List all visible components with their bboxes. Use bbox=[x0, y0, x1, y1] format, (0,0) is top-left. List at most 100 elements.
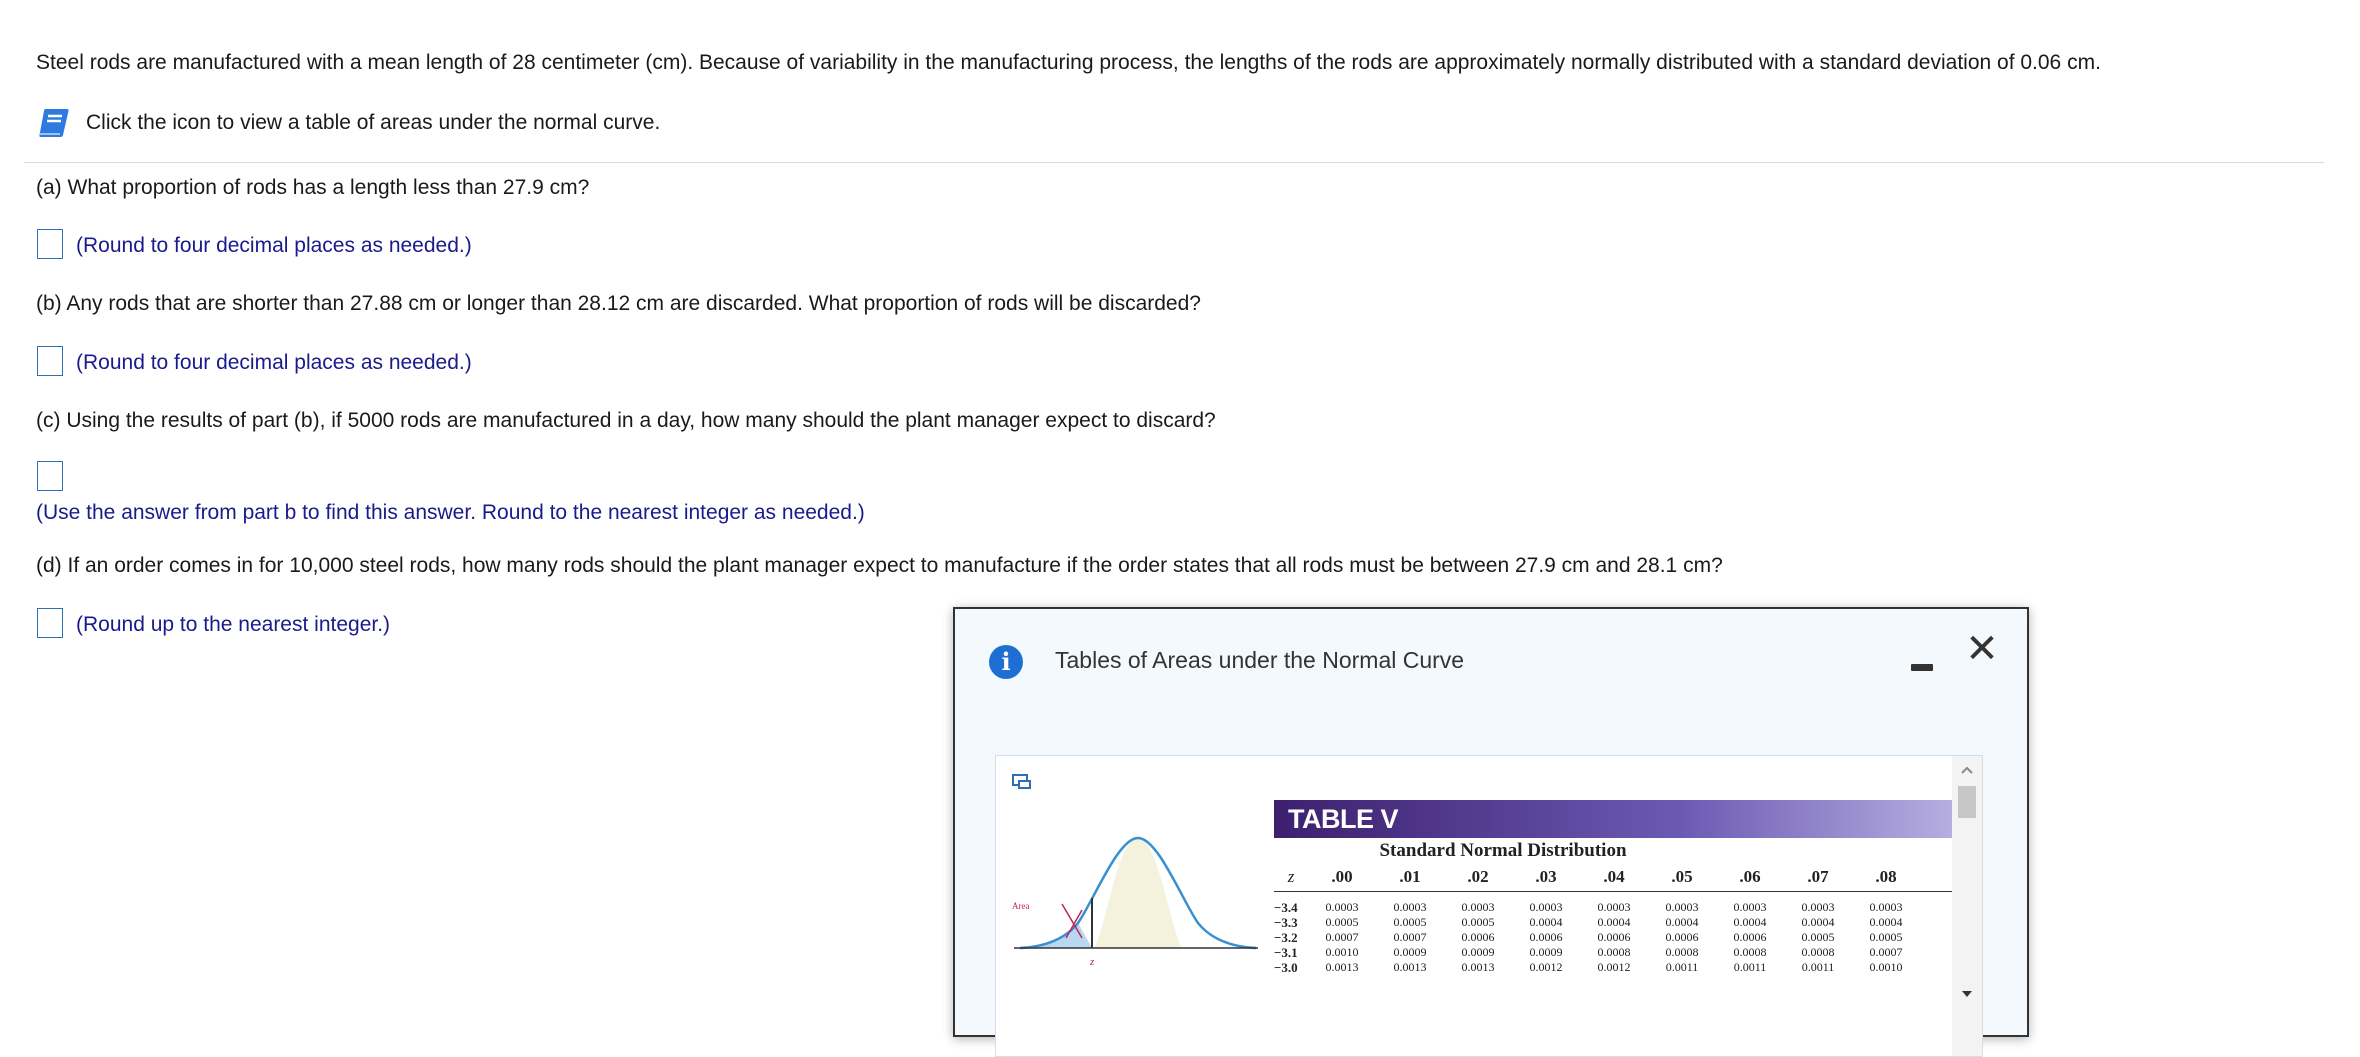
z-table-column-header: .01 bbox=[1399, 867, 1421, 886]
z-table-cell: 0.0011 bbox=[1801, 960, 1835, 974]
z-table-row: −3.1 0.0010 0.0009 0.0009 0.0009 0.0008 0.0008… bbox=[1274, 945, 1920, 960]
z-table-cell: 0.0006 bbox=[1529, 930, 1563, 944]
z-table-cell: 0.0007 bbox=[1325, 930, 1359, 944]
question-a: (a) What proportion of rods has a length… bbox=[36, 176, 590, 199]
scroll-thumb[interactable] bbox=[1958, 786, 1976, 818]
z-table-cell: 0.0012 bbox=[1597, 960, 1631, 974]
z-table-row: −3.2 0.0007 0.0007 0.0006 0.0006 0.0006 0.0006… bbox=[1274, 930, 1920, 945]
z-table-cell: 0.0006 bbox=[1733, 930, 1767, 944]
z-table-cell: 0.0008 bbox=[1597, 945, 1631, 959]
z-table-column-header: .00 bbox=[1331, 867, 1353, 886]
z-table-cell: 0.0005 bbox=[1461, 915, 1495, 929]
z-table: z .00 .01 .02 .03 .04 .05 .06 .07 .08 −3.4 0.0003… bbox=[1274, 864, 1920, 975]
answer-input-d[interactable] bbox=[37, 608, 63, 638]
z-column-header: z bbox=[1287, 867, 1295, 886]
z-table-cell: 0.0005 bbox=[1393, 915, 1427, 929]
z-table-row: −3.3 0.0005 0.0005 0.0005 0.0004 0.0004 0.0004… bbox=[1274, 915, 1920, 930]
z-table-row: −3.0 0.0013 0.0013 0.0013 0.0012 0.0012 0.0011… bbox=[1274, 960, 1920, 975]
z-table-cell: 0.0003 bbox=[1597, 900, 1631, 914]
z-table-cell: 0.0004 bbox=[1665, 915, 1699, 929]
hint-d: (Round up to the nearest integer.) bbox=[76, 613, 391, 636]
z-table-cell: 0.0007 bbox=[1869, 945, 1903, 959]
expand-icon[interactable] bbox=[1012, 774, 1032, 790]
z-table-cell: 0.0003 bbox=[1325, 900, 1359, 914]
question-c: (c) Using the results of part (b), if 50… bbox=[36, 409, 1216, 432]
z-table-cell: 0.0008 bbox=[1801, 945, 1835, 959]
z-table-cell: 0.0009 bbox=[1393, 945, 1427, 959]
z-table-column-header: .07 bbox=[1807, 867, 1829, 886]
scroll-down-icon[interactable] bbox=[1961, 990, 1973, 998]
z-table-cell: 0.0006 bbox=[1597, 930, 1631, 944]
z-table-row-label: −3.0 bbox=[1274, 960, 1298, 975]
z-table-cell: 0.0013 bbox=[1325, 960, 1359, 974]
info-icon: i bbox=[989, 645, 1023, 679]
z-table-cell: 0.0003 bbox=[1529, 900, 1563, 914]
z-table-column-header: .06 bbox=[1739, 867, 1761, 886]
z-table-cell: 0.0005 bbox=[1869, 930, 1903, 944]
z-table-cell: 0.0012 bbox=[1529, 960, 1563, 974]
z-table-cell: 0.0005 bbox=[1801, 930, 1835, 944]
z-table-cell: 0.0004 bbox=[1869, 915, 1903, 929]
z-table-cell: 0.0004 bbox=[1597, 915, 1631, 929]
z-table-row-label: −3.1 bbox=[1274, 945, 1298, 960]
table-link-text[interactable]: Click the icon to view a table of areas … bbox=[86, 110, 660, 136]
z-table-row-label: −3.4 bbox=[1274, 900, 1298, 915]
minimize-button[interactable] bbox=[1911, 664, 1933, 671]
z-table-cell: 0.0004 bbox=[1733, 915, 1767, 929]
z-table-cell: 0.0011 bbox=[1665, 960, 1699, 974]
question-d: (d) If an order comes in for 10,000 stee… bbox=[36, 554, 1723, 577]
z-table-cell: 0.0006 bbox=[1665, 930, 1699, 944]
z-table-cell: 0.0003 bbox=[1801, 900, 1835, 914]
close-button[interactable]: ✕ bbox=[1962, 629, 2002, 669]
z-table-column-header: .08 bbox=[1875, 867, 1897, 886]
z-table-cell: 0.0008 bbox=[1665, 945, 1699, 959]
z-table-column-header: .05 bbox=[1671, 867, 1693, 886]
z-table-cell: 0.0003 bbox=[1665, 900, 1699, 914]
figure-z-label: z bbox=[1089, 956, 1095, 968]
z-table-cell: 0.0007 bbox=[1393, 930, 1427, 944]
z-table-cell: 0.0010 bbox=[1869, 960, 1903, 974]
z-table-cell: 0.0009 bbox=[1461, 945, 1495, 959]
divider bbox=[24, 162, 2324, 163]
scroll-up-icon[interactable] bbox=[1961, 766, 1973, 774]
table-banner: TABLE V bbox=[1274, 800, 1952, 838]
table-title: TABLE V bbox=[1288, 804, 1399, 834]
z-table-cell: 0.0003 bbox=[1733, 900, 1767, 914]
z-table-cell: 0.0004 bbox=[1529, 915, 1563, 929]
hint-c: (Use the answer from part b to find this… bbox=[36, 501, 865, 524]
z-table-row-label: −3.3 bbox=[1274, 915, 1298, 930]
z-table-column-header: .02 bbox=[1467, 867, 1489, 886]
hint-a: (Round to four decimal places as needed.… bbox=[76, 234, 472, 257]
z-table-cell: 0.0005 bbox=[1325, 915, 1359, 929]
z-table-row: −3.4 0.0003 0.0003 0.0003 0.0003 0.0003 0.0003… bbox=[1274, 890, 1920, 915]
z-table-cell: 0.0010 bbox=[1325, 945, 1359, 959]
question-b: (b) Any rods that are shorter than 27.88… bbox=[36, 292, 1201, 315]
z-table-cell: 0.0006 bbox=[1461, 930, 1495, 944]
z-table-cell: 0.0003 bbox=[1461, 900, 1495, 914]
z-table-cell: 0.0013 bbox=[1393, 960, 1427, 974]
hint-b: (Round to four decimal places as needed.… bbox=[76, 351, 472, 374]
z-table-column-header: .04 bbox=[1603, 867, 1625, 886]
answer-input-c[interactable] bbox=[37, 461, 63, 491]
z-table-cell: 0.0003 bbox=[1869, 900, 1903, 914]
normal-table-dialog: i Tables of Areas under the Normal Curve… bbox=[953, 607, 2029, 1057]
answer-input-a[interactable] bbox=[37, 229, 63, 259]
table-rule bbox=[1274, 891, 1952, 892]
dialog-title: Tables of Areas under the Normal Curve bbox=[1055, 647, 1465, 673]
z-table-cell: 0.0008 bbox=[1733, 945, 1767, 959]
book-icon[interactable] bbox=[37, 106, 71, 140]
problem-statement: Steel rods are manufactured with a mean … bbox=[36, 51, 2101, 74]
z-table-cell: 0.0003 bbox=[1393, 900, 1427, 914]
figure-area-label: Area bbox=[1012, 901, 1030, 911]
z-table-cell: 0.0011 bbox=[1733, 960, 1767, 974]
answer-input-b[interactable] bbox=[37, 346, 63, 376]
z-table-column-header: .03 bbox=[1535, 867, 1557, 886]
z-table-cell: 0.0004 bbox=[1801, 915, 1835, 929]
normal-curve-figure: Area z bbox=[1012, 836, 1258, 968]
z-table-cell: 0.0009 bbox=[1529, 945, 1563, 959]
table-image-panel: Area z TABLE V Standard Normal Distribut… bbox=[995, 755, 1983, 1057]
table-subtitle: Standard Normal Distribution bbox=[1379, 840, 1627, 861]
z-table-cell: 0.0013 bbox=[1461, 960, 1495, 974]
vertical-scrollbar[interactable] bbox=[1952, 756, 1982, 1056]
z-table-row-label: −3.2 bbox=[1274, 930, 1298, 945]
